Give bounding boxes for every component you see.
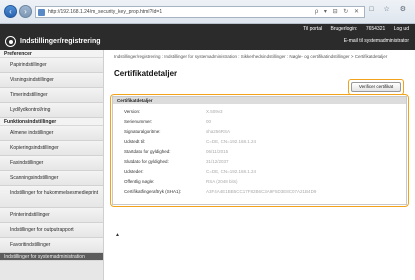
sidebar-item-timer[interactable]: Timerindstillinger [0,88,103,103]
detail-label: Certifikatfingeraftryk (SHA1): [124,189,182,194]
sidebar-section-title[interactable]: Indstillinger for systemadministration [0,253,103,261]
sidebar-item-output-report[interactable]: Indstillinger for outputrapport [0,223,103,238]
detail-label: Udsteder: [124,169,144,174]
top-links: Til portal Brugerlogin: 7654321 Log ud [296,26,409,32]
address-bar[interactable]: http://192.168.1.24/m_security_key_prop.… [35,6,365,18]
forward-icon[interactable]: › [19,5,32,18]
address-bar-tools[interactable]: ρ ▾ ⊟ ↻ ✕ [315,8,361,15]
back-icon[interactable]: ‹ [4,5,17,18]
panel-title: Certifikatdetaljer [113,97,406,104]
url-text[interactable]: http://192.168.1.24/m_security_key_prop.… [48,9,162,15]
app-header: Til portal Brugerlogin: 7654321 Log ud I… [0,24,415,50]
detail-label: Offentlig nøgle: [124,179,155,184]
sidebar-item-memory-print[interactable]: Indstillinger for hukommelsesmedieprint [0,186,103,208]
sidebar-item-favorites[interactable]: Favoritindstillinger [0,238,103,253]
verify-certificate-button[interactable]: Verificer certifikat [351,82,401,92]
login-label: Brugerlogin: [330,26,358,32]
detail-label: Signaturalgoritme: [124,129,161,134]
detail-value: RSA (2048 bits) [206,179,238,184]
detail-value: 06/11/2015 [206,149,229,154]
detail-value: 31/12/2037 [206,159,229,164]
sidebar-item-copy[interactable]: Kopieringsindstillinger [0,141,103,156]
portal-link[interactable]: Til portal [303,26,322,32]
breadcrumb[interactable]: Indstillinger/registrering : Indstilling… [114,54,399,60]
sidebar-item-common[interactable]: Almene indstillinger [0,126,103,141]
app-title: Indstillinger/registrering [20,38,101,45]
detail-label: Slutdato for gyldighed: [124,159,169,164]
detail-value: 00 [206,119,212,124]
browser-toolbar: ‹ › http://192.168.1.24/m_security_key_p… [0,0,415,24]
page-title: Certifikatdetaljer [114,69,178,78]
main-content: Indstillinger/registrering : Indstilling… [105,50,415,280]
detail-value: C=DE, CN=192.168.1.24 [206,169,257,174]
login-id: 7654321 [365,26,386,32]
sidebar-section-title: Funktionsindstillinger [0,118,103,126]
sidebar-item-fax[interactable]: Faxindstillinger [0,156,103,171]
detail-value: C=DE, CN=192.168.1.24 [206,139,257,144]
logout-link[interactable]: Log ud [394,26,409,32]
sidebar: Preferencer Papirindstillinger Visningsi… [0,50,104,280]
detail-value: X.509v3 [206,109,223,114]
page-icon [38,9,45,16]
admin-email-link[interactable]: E-mail til systemadministrator [344,38,409,44]
detail-label: Startdato for gyldighed: [124,149,171,154]
sidebar-item-display[interactable]: Visningsindstillinger [0,73,103,88]
detail-value: sha256RSA [206,129,231,134]
scroll-to-top-icon[interactable]: ▲ [115,232,120,238]
settings-logo-icon [5,36,16,47]
detail-label: Serienummer: [124,119,153,124]
detail-label: Udstedt til: [124,139,146,144]
browser-controls[interactable]: □ ☆ ⚙ [369,5,410,13]
detail-label: Version: [124,109,141,114]
sidebar-section-title: Preferencer [0,50,103,58]
sidebar-item-scan[interactable]: Scanningsindstillinger [0,171,103,186]
certificate-details-panel: Certifikatdetaljer Version: X.509v3 Seri… [112,96,407,205]
sidebar-item-paper[interactable]: Papirindstillinger [0,58,103,73]
detail-value: A3F4A4E1BB5CC17F82B6C3A9F5D3E8C07A21B4D9 [206,189,317,194]
sidebar-item-sound[interactable]: Lyd/lydkontrol/ring [0,103,103,118]
sidebar-item-printer[interactable]: Printerindstillinger [0,208,103,223]
